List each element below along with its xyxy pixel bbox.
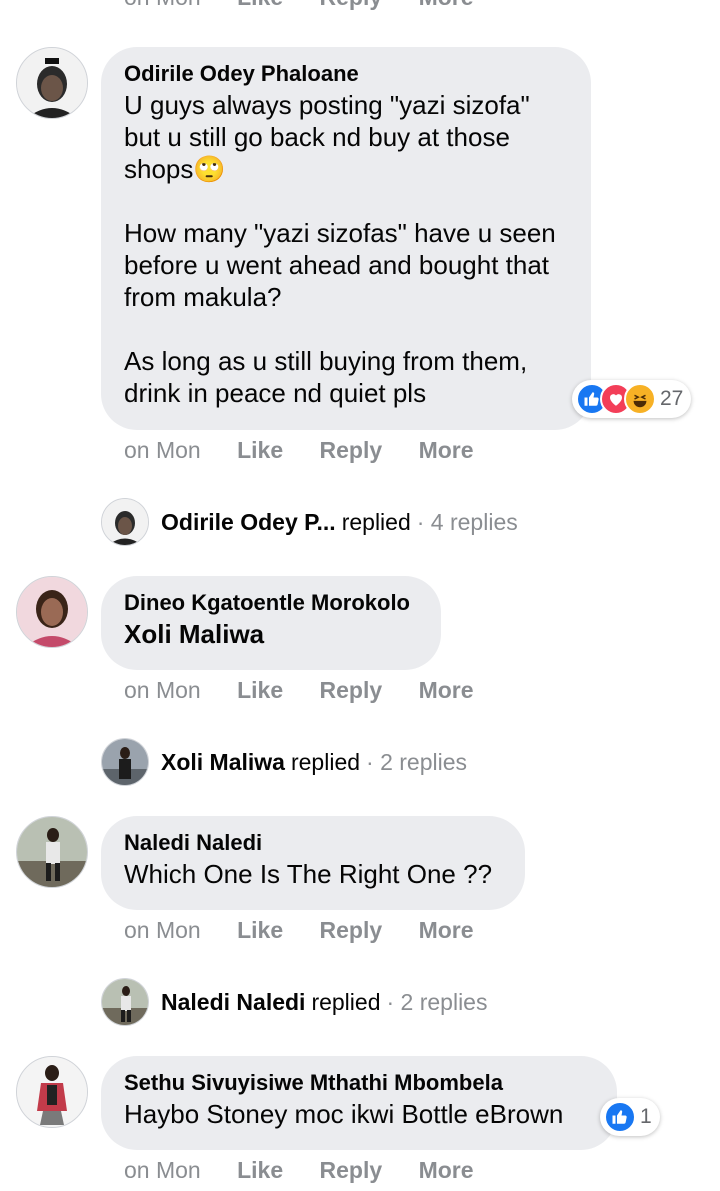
view-replies-link[interactable]: Xoli Maliwa replied · 2 replies xyxy=(101,738,467,786)
comment-bubble[interactable]: Dineo Kgatoentle Morokolo Xoli Maliwa xyxy=(101,576,441,670)
profile-photo xyxy=(17,48,87,118)
reply-verb: replied xyxy=(311,988,381,1015)
reply-count: · 4 replies xyxy=(416,508,518,535)
reply-avatar xyxy=(101,978,149,1026)
avatar[interactable] xyxy=(16,1056,88,1128)
view-replies-link[interactable]: Odirile Odey P... replied · 4 replies xyxy=(101,498,518,546)
reply-avatar xyxy=(101,738,149,786)
comment-actions: on Mon Like Reply More xyxy=(124,677,474,704)
more-link[interactable]: More xyxy=(419,0,474,10)
like-link[interactable]: Like xyxy=(237,0,283,10)
comment-author[interactable]: Sethu Sivuyisiwe Mthathi Mbombela xyxy=(124,1068,593,1098)
comment-bubble[interactable]: Odirile Odey Phaloane U guys always post… xyxy=(101,47,591,430)
more-link[interactable]: More xyxy=(419,677,474,704)
comment-actions: on Mon Like Reply More xyxy=(124,1157,474,1184)
comment-text: Haybo Stoney moc ikwi Bottle eBrown xyxy=(124,1099,564,1129)
reply-author: Xoli Maliwa xyxy=(161,748,285,775)
reply-count: · 2 replies xyxy=(366,748,468,775)
like-link[interactable]: Like xyxy=(237,917,283,944)
reaction-count: 1 xyxy=(640,1105,652,1128)
reply-author: Odirile Odey P... xyxy=(161,508,336,535)
reply-link[interactable]: Reply xyxy=(320,0,383,10)
reply-link[interactable]: Reply xyxy=(320,677,383,704)
comment-time[interactable]: on Mon xyxy=(124,917,201,944)
avatar[interactable] xyxy=(16,576,88,648)
reply-verb: replied xyxy=(341,508,411,535)
profile-photo xyxy=(17,1057,87,1127)
comment-time[interactable]: on Mon xyxy=(124,677,201,704)
reaction-summary[interactable]: 1 xyxy=(600,1098,660,1136)
comment-text: Which One Is The Right One ?? xyxy=(124,859,493,889)
like-icon xyxy=(604,1101,636,1133)
reply-link[interactable]: Reply xyxy=(320,1157,383,1184)
comment-bubble[interactable]: Sethu Sivuyisiwe Mthathi Mbombela Haybo … xyxy=(101,1056,617,1150)
previous-comment-actions: on Mon Like Reply More xyxy=(124,0,474,11)
more-link[interactable]: More xyxy=(419,437,474,464)
like-link[interactable]: Like xyxy=(237,437,283,464)
more-link[interactable]: More xyxy=(419,917,474,944)
comment-actions: on Mon Like Reply More xyxy=(124,917,474,944)
comment-time: on Mon xyxy=(124,0,201,10)
reply-link[interactable]: Reply xyxy=(320,437,383,464)
profile-photo xyxy=(17,577,87,647)
profile-photo xyxy=(17,817,87,887)
avatar[interactable] xyxy=(16,47,88,119)
reply-avatar xyxy=(101,498,149,546)
reply-link[interactable]: Reply xyxy=(320,917,383,944)
reply-verb: replied xyxy=(290,748,361,775)
like-link[interactable]: Like xyxy=(237,677,283,704)
reply-author: Naledi Naledi xyxy=(161,988,306,1015)
comment-actions: on Mon Like Reply More xyxy=(124,437,474,464)
comment-time[interactable]: on Mon xyxy=(124,1157,201,1184)
like-link[interactable]: Like xyxy=(237,1157,283,1184)
view-replies-link[interactable]: Naledi Naledi replied · 2 replies xyxy=(101,978,487,1026)
comment-text: U guys always posting "yazi sizofa" but … xyxy=(124,90,556,408)
comment-author[interactable]: Odirile Odey Phaloane xyxy=(124,59,567,89)
comment-bubble[interactable]: Naledi Naledi Which One Is The Right One… xyxy=(101,816,525,910)
more-link[interactable]: More xyxy=(419,1157,474,1184)
comment-author[interactable]: Dineo Kgatoentle Morokolo xyxy=(124,588,417,618)
tagged-name[interactable]: Xoli Maliwa xyxy=(124,618,417,650)
reply-count: · 2 replies xyxy=(386,988,488,1015)
comment-time[interactable]: on Mon xyxy=(124,437,201,464)
reaction-count: 27 xyxy=(660,387,684,410)
reaction-summary[interactable]: 27 xyxy=(572,380,692,418)
avatar[interactable] xyxy=(16,816,88,888)
comment-author[interactable]: Naledi Naledi xyxy=(124,828,501,858)
haha-icon xyxy=(624,383,656,415)
